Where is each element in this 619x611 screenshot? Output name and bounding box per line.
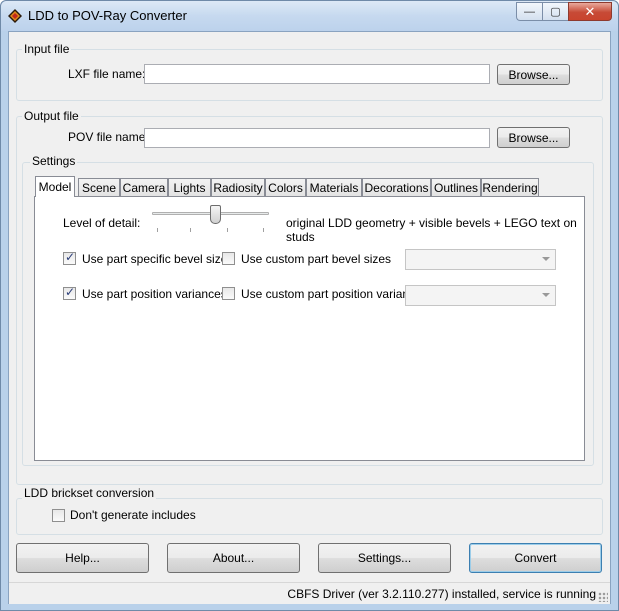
tab-model[interactable]: Model <box>35 176 75 197</box>
tab-rendering[interactable]: Rendering <box>481 178 539 196</box>
tab-radiosity[interactable]: Radiosity <box>211 178 265 196</box>
part-specific-bevel-checkbox[interactable]: ✓ <box>63 250 76 265</box>
custom-bevel-label[interactable]: Use custom part bevel sizes <box>241 252 391 266</box>
pov-browse-button[interactable]: Browse... <box>497 127 570 148</box>
input-file-group-label: Input file <box>22 42 72 56</box>
slider-tick <box>157 228 158 232</box>
custom-position-variances-checkbox[interactable] <box>222 287 235 300</box>
output-file-group-label: Output file <box>22 109 81 123</box>
custom-position-combo[interactable] <box>405 285 556 306</box>
tab-scene[interactable]: Scene <box>78 178 120 196</box>
tab-colors[interactable]: Colors <box>265 178 306 196</box>
level-of-detail-slider-thumb[interactable] <box>210 205 221 224</box>
status-text: CBFS Driver (ver 3.2.110.277) installed,… <box>287 587 596 601</box>
settings-button[interactable]: Settings... <box>318 543 451 573</box>
main-window: LDD to POV-Ray Converter — ▢ ✕ Input fil… <box>0 0 619 611</box>
dont-generate-includes-checkbox[interactable] <box>52 509 65 522</box>
check-mark-icon: ✓ <box>65 250 76 264</box>
part-specific-bevel-label[interactable]: Use part specific bevel sizes <box>82 252 233 266</box>
close-button[interactable]: ✕ <box>568 2 612 21</box>
status-bar: CBFS Driver (ver 3.2.110.277) installed,… <box>9 582 610 604</box>
lxf-file-input[interactable] <box>144 64 490 84</box>
maximize-button[interactable]: ▢ <box>542 2 568 21</box>
about-button[interactable]: About... <box>167 543 300 573</box>
custom-bevel-combo[interactable] <box>405 249 556 270</box>
dont-generate-includes-label[interactable]: Don't generate includes <box>70 508 196 522</box>
model-tab-page: Level of detail: original LDD geometry +… <box>34 196 585 461</box>
lxf-file-label: LXF file name: <box>68 67 146 81</box>
tab-materials[interactable]: Materials <box>306 178 362 196</box>
slider-tick <box>227 228 228 232</box>
pov-file-input[interactable] <box>144 128 490 148</box>
title-bar[interactable]: LDD to POV-Ray Converter — ▢ ✕ <box>1 1 618 31</box>
settings-group-label: Settings <box>30 154 78 168</box>
client-area: Input file LXF file name: Browse... Outp… <box>8 31 611 604</box>
chevron-down-icon <box>542 257 550 261</box>
custom-bevel-checkbox[interactable] <box>222 252 235 265</box>
app-icon <box>8 9 22 23</box>
custom-position-variances-label[interactable]: Use custom part position variances <box>241 287 428 301</box>
lxf-browse-button[interactable]: Browse... <box>497 64 570 85</box>
tab-outlines[interactable]: Outlines <box>431 178 481 196</box>
minimize-button[interactable]: — <box>516 2 542 21</box>
help-button[interactable]: Help... <box>16 543 149 573</box>
level-of-detail-label: Level of detail: <box>63 216 141 230</box>
slider-tick <box>263 228 264 232</box>
tab-camera[interactable]: Camera <box>120 178 168 196</box>
check-mark-icon: ✓ <box>65 285 76 299</box>
window-title: LDD to POV-Ray Converter <box>28 8 187 23</box>
pov-file-label: POV file name: <box>68 130 149 144</box>
position-variances-label[interactable]: Use part position variances <box>82 287 227 301</box>
chevron-down-icon <box>542 293 550 297</box>
position-variances-checkbox[interactable]: ✓ <box>63 285 76 300</box>
tab-lights[interactable]: Lights <box>168 178 211 196</box>
convert-button[interactable]: Convert <box>469 543 602 573</box>
resize-grip-icon[interactable] <box>598 592 608 602</box>
level-of-detail-description: original LDD geometry + visible bevels +… <box>286 216 577 244</box>
tab-decorations[interactable]: Decorations <box>362 178 431 196</box>
slider-tick <box>190 228 191 232</box>
brickset-group-label: LDD brickset conversion <box>22 486 157 500</box>
